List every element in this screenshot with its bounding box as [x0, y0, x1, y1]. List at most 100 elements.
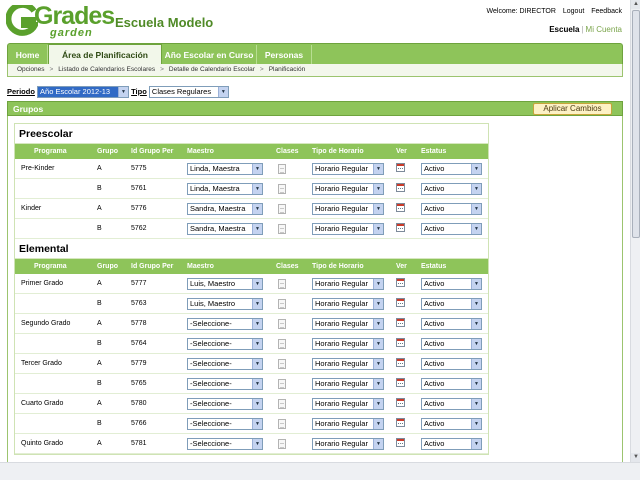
calendar-icon[interactable] — [396, 438, 405, 447]
groups-panel: Preescolar Programa Grupo Id Grupo Per Maest… — [7, 116, 623, 462]
calendar-icon[interactable] — [396, 223, 405, 232]
apply-changes-button[interactable]: Aplicar Cambios — [533, 103, 612, 115]
estatus-select[interactable]: Activo ▼ — [421, 398, 482, 410]
maestro-select[interactable]: Linda, Maestra ▼ — [187, 183, 263, 195]
clases-document-icon[interactable] — [278, 439, 286, 449]
chevron-down-icon: ▼ — [471, 439, 481, 449]
breadcrumb-opciones[interactable]: Opciones — [17, 66, 44, 73]
estatus-select[interactable]: Activo ▼ — [421, 183, 482, 195]
feedback-link[interactable]: Feedback — [591, 8, 622, 15]
horario-select[interactable]: Horario Regular ▼ — [312, 338, 384, 350]
grades-garden-logo[interactable]: Grades garden — [6, 4, 115, 39]
maestro-select-value: Luis, Maestro — [190, 299, 236, 308]
maestro-select[interactable]: Sandra, Maestra ▼ — [187, 223, 263, 235]
horario-select[interactable]: Horario Regular ▼ — [312, 318, 384, 330]
horario-select[interactable]: Horario Regular ▼ — [312, 398, 384, 410]
maestro-select[interactable]: Luis, Maestro ▼ — [187, 298, 263, 310]
role-escuela-link[interactable]: Escuela — [549, 25, 579, 34]
chevron-down-icon: ▼ — [373, 164, 383, 174]
horario-select[interactable]: Horario Regular ▼ — [312, 418, 384, 430]
horario-select[interactable]: Horario Regular ▼ — [312, 278, 384, 290]
table-row: B 5762 Sandra, Maestra ▼ Horario Regular ▼ Act… — [15, 219, 488, 239]
role-mi-cuenta-link[interactable]: Mi Cuenta — [586, 25, 622, 34]
clases-document-icon[interactable] — [278, 339, 286, 349]
tab-home[interactable]: Home — [8, 45, 48, 65]
horizontal-scrollbar[interactable] — [0, 462, 640, 480]
estatus-select[interactable]: Activo ▼ — [421, 318, 482, 330]
clases-document-icon[interactable] — [278, 419, 286, 429]
clases-document-icon[interactable] — [278, 279, 286, 289]
breadcrumb-listado[interactable]: Listado de Calendarios Escolares — [58, 66, 155, 73]
vertical-scrollbar[interactable]: ▲ ▼ — [630, 0, 640, 462]
grupo-cell: A — [97, 400, 102, 407]
horario-select[interactable]: Horario Regular ▼ — [312, 223, 384, 235]
estatus-select[interactable]: Activo ▼ — [421, 338, 482, 350]
estatus-select[interactable]: Activo ▼ — [421, 438, 482, 450]
maestro-select[interactable]: -Seleccione- ▼ — [187, 418, 263, 430]
id-grupo-cell: 5781 — [131, 440, 147, 447]
scroll-thumb[interactable] — [632, 10, 640, 238]
horario-select[interactable]: Horario Regular ▼ — [312, 298, 384, 310]
tipo-select[interactable]: Clases Regulares ▼ — [148, 86, 229, 98]
horario-select[interactable]: Horario Regular ▼ — [312, 163, 384, 175]
calendar-icon[interactable] — [396, 183, 405, 192]
periodo-select[interactable]: Año Escolar 2012-13 ▼ — [37, 86, 130, 98]
maestro-select[interactable]: -Seleccione- ▼ — [187, 398, 263, 410]
calendar-icon[interactable] — [396, 298, 405, 307]
estatus-select[interactable]: Activo ▼ — [421, 203, 482, 215]
tab-personas[interactable]: Personas — [257, 45, 312, 65]
calendar-icon[interactable] — [396, 358, 405, 367]
estatus-select[interactable]: Activo ▼ — [421, 298, 482, 310]
estatus-select[interactable]: Activo ▼ — [421, 378, 482, 390]
grupo-cell: B — [97, 380, 102, 387]
calendar-icon[interactable] — [396, 203, 405, 212]
maestro-select[interactable]: -Seleccione- ▼ — [187, 358, 263, 370]
clases-document-icon[interactable] — [278, 299, 286, 309]
calendar-icon[interactable] — [396, 163, 405, 172]
estatus-select[interactable]: Activo ▼ — [421, 278, 482, 290]
tab-ano-escolar[interactable]: Año Escolar en Curso — [162, 45, 257, 65]
estatus-select[interactable]: Activo ▼ — [421, 358, 482, 370]
clases-document-icon[interactable] — [278, 379, 286, 389]
tab-area-planificacion[interactable]: Área de Planificación — [48, 44, 162, 65]
clases-document-icon[interactable] — [278, 319, 286, 329]
chevron-down-icon: ▼ — [471, 204, 481, 214]
horario-select[interactable]: Horario Regular ▼ — [312, 358, 384, 370]
maestro-select[interactable]: Sandra, Maestra ▼ — [187, 203, 263, 215]
calendar-icon[interactable] — [396, 378, 405, 387]
clases-document-icon[interactable] — [278, 359, 286, 369]
clases-document-icon[interactable] — [278, 184, 286, 194]
clases-document-icon[interactable] — [278, 204, 286, 214]
maestro-select[interactable]: -Seleccione- ▼ — [187, 338, 263, 350]
calendar-icon[interactable] — [396, 278, 405, 287]
horario-select[interactable]: Horario Regular ▼ — [312, 203, 384, 215]
scroll-down-icon[interactable]: ▼ — [631, 453, 640, 462]
maestro-select[interactable]: -Seleccione- ▼ — [187, 438, 263, 450]
programa-cell: Quinto Grado — [21, 440, 64, 447]
estatus-select[interactable]: Activo ▼ — [421, 163, 482, 175]
horario-select-value: Horario Regular — [315, 164, 368, 173]
estatus-select[interactable]: Activo ▼ — [421, 223, 482, 235]
horario-select[interactable]: Horario Regular ▼ — [312, 378, 384, 390]
table-row: B 5761 Linda, Maestra ▼ Horario Regular ▼ Acti… — [15, 179, 488, 199]
grupo-cell: B — [97, 185, 102, 192]
maestro-select[interactable]: -Seleccione- ▼ — [187, 378, 263, 390]
maestro-select[interactable]: Linda, Maestra ▼ — [187, 163, 263, 175]
calendar-icon[interactable] — [396, 318, 405, 327]
chevron-down-icon: ▼ — [252, 184, 262, 194]
maestro-select[interactable]: Luis, Maestro ▼ — [187, 278, 263, 290]
maestro-select[interactable]: -Seleccione- ▼ — [187, 318, 263, 330]
horario-select-value: Horario Regular — [315, 299, 368, 308]
clases-document-icon[interactable] — [278, 164, 286, 174]
calendar-icon[interactable] — [396, 418, 405, 427]
estatus-select[interactable]: Activo ▼ — [421, 418, 482, 430]
breadcrumb-detalle[interactable]: Detalle de Calendario Escolar — [169, 66, 255, 73]
clases-document-icon[interactable] — [278, 224, 286, 234]
horario-select[interactable]: Horario Regular ▼ — [312, 438, 384, 450]
scroll-up-icon[interactable]: ▲ — [631, 0, 640, 9]
calendar-icon[interactable] — [396, 398, 405, 407]
clases-document-icon[interactable] — [278, 399, 286, 409]
horario-select[interactable]: Horario Regular ▼ — [312, 183, 384, 195]
calendar-icon[interactable] — [396, 338, 405, 347]
logout-link[interactable]: Logout — [563, 8, 584, 15]
